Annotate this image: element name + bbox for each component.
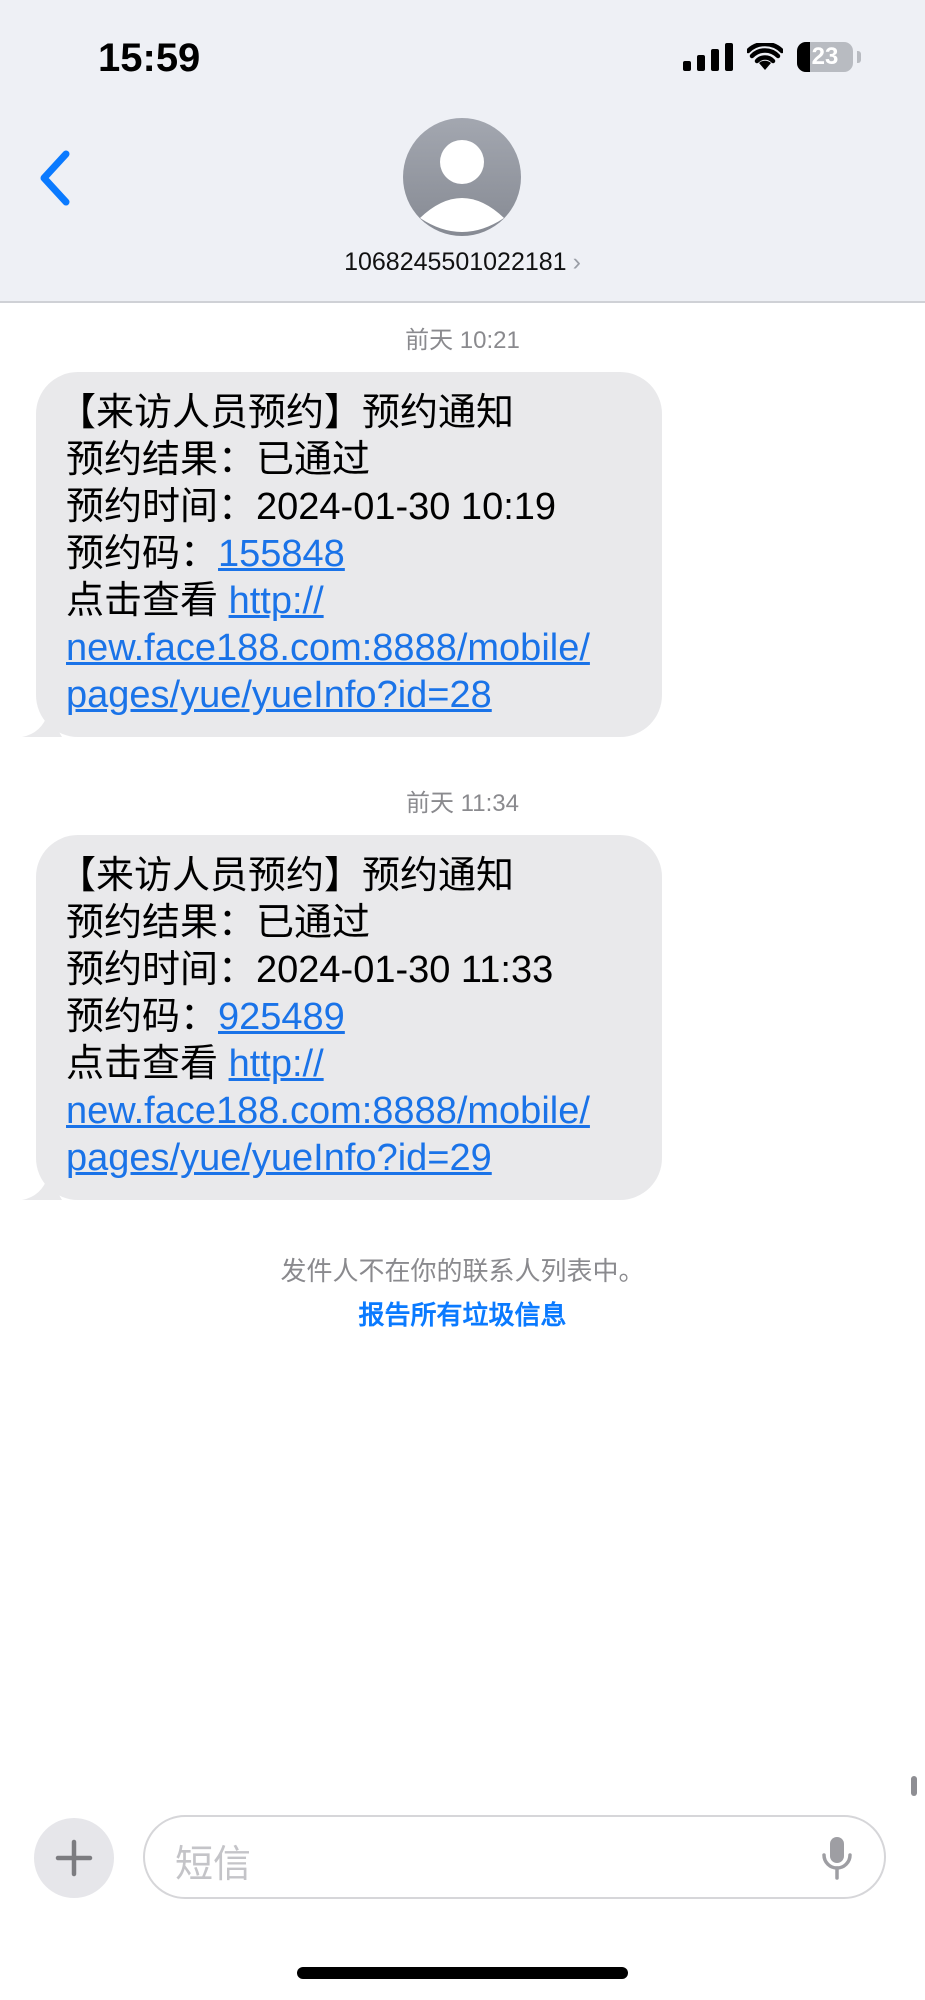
message-input[interactable]: 短信	[143, 1815, 886, 1899]
message-timestamp: 前天 10:21	[405, 327, 520, 354]
message-line: 预约结果：已通过	[66, 439, 371, 481]
url-link[interactable]: new.face188.com:8888/mobile/	[66, 627, 590, 669]
status-icons: 23	[683, 42, 861, 72]
message-timestamp: 前天 11:34	[406, 790, 519, 817]
person-icon	[420, 140, 504, 232]
message-bubble[interactable]: 【来访人员预约】预约通知 预约结果：已通过 预约时间：2024-01-30 11…	[22, 835, 662, 1200]
contact-avatar[interactable]	[403, 118, 521, 236]
battery-icon: 23	[797, 42, 853, 72]
message-line: 预约时间：2024-01-30 11:33	[66, 949, 554, 991]
conversation-header: 15:59 23 1068245501022181 ›	[0, 0, 925, 303]
contact-number[interactable]: 1068245501022181	[344, 248, 566, 276]
mic-icon[interactable]	[820, 1835, 854, 1881]
url-link[interactable]: pages/yue/yueInfo?id=29	[66, 1137, 492, 1179]
contact-name[interactable]: 1068245501022181 ›	[0, 248, 925, 277]
unknown-sender-notice: 发件人不在你的联系人列表中。	[280, 1256, 645, 1286]
code-link[interactable]: 155848	[218, 533, 345, 575]
view-label: 点击查看	[66, 580, 219, 622]
message-bubble[interactable]: 【来访人员预约】预约通知 预约结果：已通过 预约时间：2024-01-30 10…	[22, 372, 662, 737]
message-placeholder: 短信	[175, 1844, 252, 1886]
wifi-icon	[747, 43, 783, 70]
battery-cap	[857, 51, 861, 63]
home-indicator	[297, 1967, 628, 1979]
bubble-tail	[22, 1176, 62, 1200]
code-label: 预约码：	[66, 996, 219, 1038]
view-label: 点击查看	[66, 1043, 219, 1085]
status-time: 15:59	[98, 36, 201, 80]
message-line: 预约结果：已通过	[66, 902, 371, 944]
code-label: 预约码：	[66, 533, 219, 575]
apps-plus-button[interactable]	[34, 1818, 114, 1898]
code-link[interactable]: 925489	[218, 996, 345, 1038]
url-link[interactable]: pages/yue/yueInfo?id=28	[66, 674, 492, 716]
url-link[interactable]: new.face188.com:8888/mobile/	[66, 1090, 590, 1132]
message-line: 【来访人员预约】预约通知	[58, 392, 515, 434]
plus-icon	[55, 1839, 93, 1877]
message-line: 预约时间：2024-01-30 10:19	[66, 486, 557, 528]
url-link[interactable]: http://	[229, 580, 324, 622]
scroll-indicator[interactable]	[911, 1776, 917, 1796]
message-line: 【来访人员预约】预约通知	[58, 855, 515, 897]
chevron-right-icon: ›	[572, 248, 581, 276]
signal-icon	[683, 43, 733, 71]
bubble-tail	[22, 713, 62, 737]
report-junk-link[interactable]: 报告所有垃圾信息	[0, 1295, 925, 1332]
battery-level: 23	[811, 43, 839, 70]
url-link[interactable]: http://	[229, 1043, 324, 1085]
back-chevron-icon[interactable]	[36, 148, 76, 208]
